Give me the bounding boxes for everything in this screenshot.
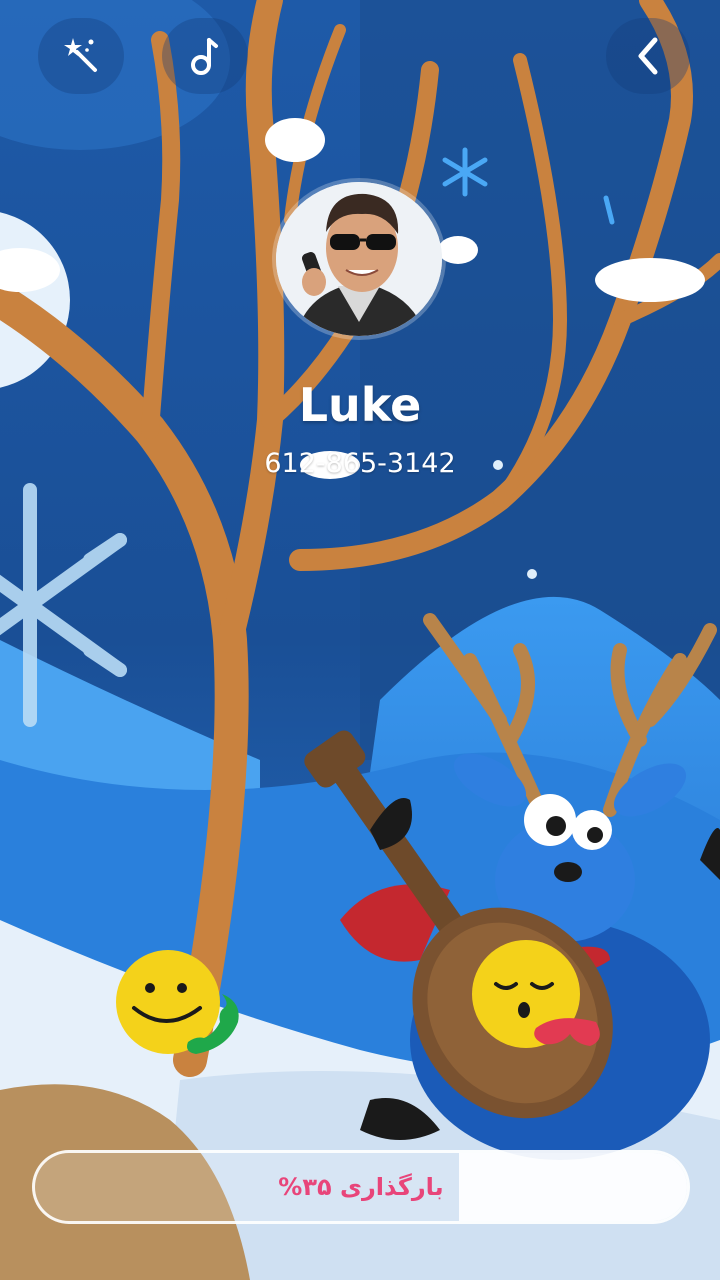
loading-progress-bar: بارگذاری ۳۵%: [32, 1150, 690, 1224]
caller-avatar: [276, 182, 442, 336]
caller-photo: [276, 182, 442, 336]
smiley-phone-icon: [116, 950, 239, 1054]
music-note-icon: [191, 38, 218, 75]
caller-name: Luke: [298, 378, 422, 432]
caller-phone-number: 612-865-3142: [264, 448, 456, 479]
loading-label: بارگذاری ۳۵%: [278, 1173, 444, 1201]
back-chevron-icon: [638, 37, 658, 75]
back-button[interactable]: [606, 18, 690, 94]
answer-call-button[interactable]: [110, 950, 250, 1060]
magic-wand-button[interactable]: [38, 18, 124, 94]
sleepy-face-icon: [472, 940, 600, 1048]
decline-call-button[interactable]: [466, 940, 616, 1055]
magic-wand-icon: [64, 38, 97, 72]
music-button[interactable]: [162, 18, 248, 94]
